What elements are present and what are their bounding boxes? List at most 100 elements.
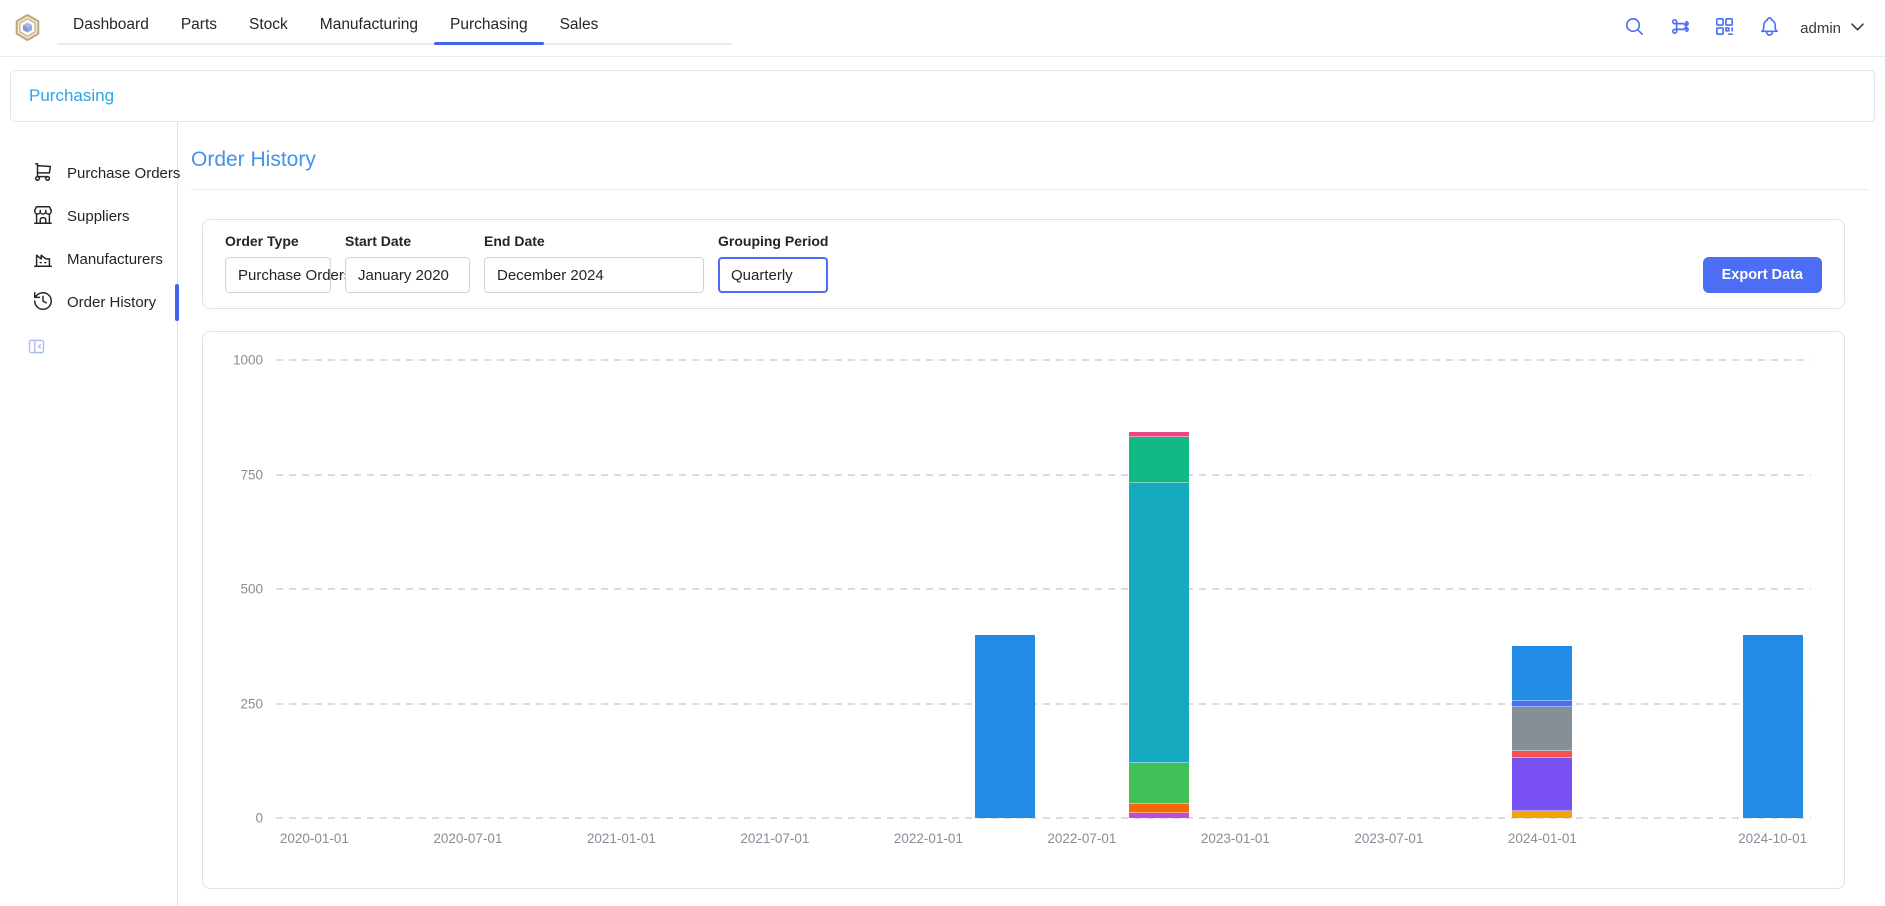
y-tick-250: 250 [240,696,263,711]
breadcrumb-purchasing[interactable]: Purchasing [29,86,114,106]
icon-button-search[interactable] [1619,13,1649,43]
bar-segment [1743,635,1803,818]
gridline-250 [276,703,1811,705]
icon-button-command[interactable] [1664,13,1694,43]
bar-segment [1129,483,1189,763]
chart-card: 0 250 500 750 1000 2020-01-01 2020-07-01 2021-0… [202,331,1845,889]
x-tick-2024-10-01: 2024-10-01 [1738,831,1807,846]
sidebar-item-order-history[interactable]: Order History [0,281,177,324]
sidebar-item-label: Manufacturers [67,251,163,268]
filter-field-control[interactable]: January 2020 [345,257,470,293]
sidebar-item-purchase-orders[interactable]: Purchase Orders [0,152,177,195]
filter-field-value: December 2024 [497,267,604,284]
bar-2024-01-01[interactable] [1512,646,1572,818]
chevron-down-icon [1848,17,1867,40]
filter-field-control[interactable]: Purchase Orders [225,257,331,293]
sidebar-item-manufacturers[interactable]: Manufacturers [0,238,177,281]
export-data-button[interactable]: Export Data [1703,257,1822,293]
bar-segment [1129,437,1189,483]
sidebar-nav: Purchase Orders Suppliers Manufacturers [0,152,177,324]
bar-2022-10-01[interactable] [1129,432,1189,818]
filter-field-value: Purchase Orders [238,267,351,284]
search-icon [1623,15,1646,41]
nav-tab-purchasing[interactable]: Purchasing [434,6,544,43]
nav-tab-dashboard[interactable]: Dashboard [57,6,165,43]
x-tick-2020-07-01: 2020-07-01 [433,831,502,846]
bell-icon [1758,15,1781,41]
x-tick-2023-07-01: 2023-07-01 [1354,831,1423,846]
navbar-actions: admin [1619,13,1867,43]
filter-field-label: Grouping Period [718,233,828,249]
bar-segment [1129,763,1189,804]
nav-tab-stock[interactable]: Stock [233,6,304,43]
nav-tab-sales[interactable]: Sales [544,6,615,43]
gridline-500 [276,588,1811,590]
app-root: Dashboard Parts Stock Manufacturing Purc… [0,0,1885,906]
bar-2024-10-01[interactable] [1743,635,1803,818]
hexagon-logo-icon [14,13,41,42]
filter-field-label: Order Type [225,233,331,249]
y-tick-1000: 1000 [233,353,263,368]
icon-button-bell[interactable] [1754,13,1784,43]
icon-button-qrcode[interactable] [1709,13,1739,43]
y-tick-0: 0 [255,811,263,826]
bar-segment [1512,811,1572,818]
x-tick-2023-01-01: 2023-01-01 [1201,831,1270,846]
x-tick-2021-01-01: 2021-01-01 [587,831,656,846]
building-store-icon [32,204,54,230]
bar-segment [1512,646,1572,701]
history-icon [32,290,54,316]
active-item-indicator [175,284,179,321]
user-menu[interactable]: admin [1800,17,1867,40]
x-tick-2024-01-01: 2024-01-01 [1508,831,1577,846]
command-icon [1668,15,1691,41]
filter-card: Order Type Purchase Orders Start Date Ja… [202,219,1845,309]
page-title: Order History [191,148,1869,172]
x-tick-2020-01-01: 2020-01-01 [280,831,349,846]
filter-field-grouping-period: Grouping Period Quarterly [718,233,828,293]
gridline-0 [276,817,1811,819]
bar-segment [1512,758,1572,811]
x-tick-2022-01-01: 2022-01-01 [894,831,963,846]
main-nav-tabs: Dashboard Parts Stock Manufacturing Purc… [57,6,732,45]
bar-segment [975,635,1035,818]
username: admin [1800,20,1841,37]
app-logo[interactable] [14,13,41,42]
breadcrumb: Purchasing [10,70,1875,122]
sidebar-collapse-icon [26,345,47,360]
chart-plot: 025050075010002020-01-012020-07-012021-0… [276,360,1811,818]
bar-segment [1129,804,1189,812]
sidebar-item-label: Order History [67,294,156,311]
sidebar-item-label: Suppliers [67,208,130,225]
gridline-1000 [276,359,1811,361]
filter-field-start-date: Start Date January 2020 [345,233,470,293]
y-tick-500: 500 [240,582,263,597]
filter-field-order-type: Order Type Purchase Orders [225,233,331,293]
filter-field-control[interactable]: December 2024 [484,257,704,293]
sidebar: Purchase Orders Suppliers Manufacturers [0,122,178,906]
qrcode-icon [1713,15,1736,41]
bar-segment [1512,751,1572,758]
nav-tab-parts[interactable]: Parts [165,6,233,43]
filter-field-end-date: End Date December 2024 [484,233,704,293]
filter-field-label: End Date [484,233,704,249]
main-panel: Order History Order Type Purchase Orders [178,122,1885,906]
sidebar-item-label: Purchase Orders [67,165,180,182]
factory-icon [32,247,54,273]
sidebar-collapse-button[interactable] [26,336,47,360]
nav-tab-manufacturing[interactable]: Manufacturing [304,6,434,43]
filter-field-value: January 2020 [358,267,449,284]
sidebar-item-suppliers[interactable]: Suppliers [0,195,177,238]
y-tick-750: 750 [240,467,263,482]
bar-2022-04-01[interactable] [975,635,1035,818]
content-area: Purchase Orders Suppliers Manufacturers [0,122,1885,906]
x-tick-2022-07-01: 2022-07-01 [1047,831,1116,846]
gridline-750 [276,474,1811,476]
bar-segment [1512,707,1572,751]
filter-fields: Order Type Purchase Orders Start Date Ja… [225,233,828,293]
shopping-cart-icon [32,161,54,187]
filter-field-value: Quarterly [731,267,793,284]
filter-field-control[interactable]: Quarterly [718,257,828,293]
bar-segment [1129,813,1189,819]
filter-field-label: Start Date [345,233,470,249]
